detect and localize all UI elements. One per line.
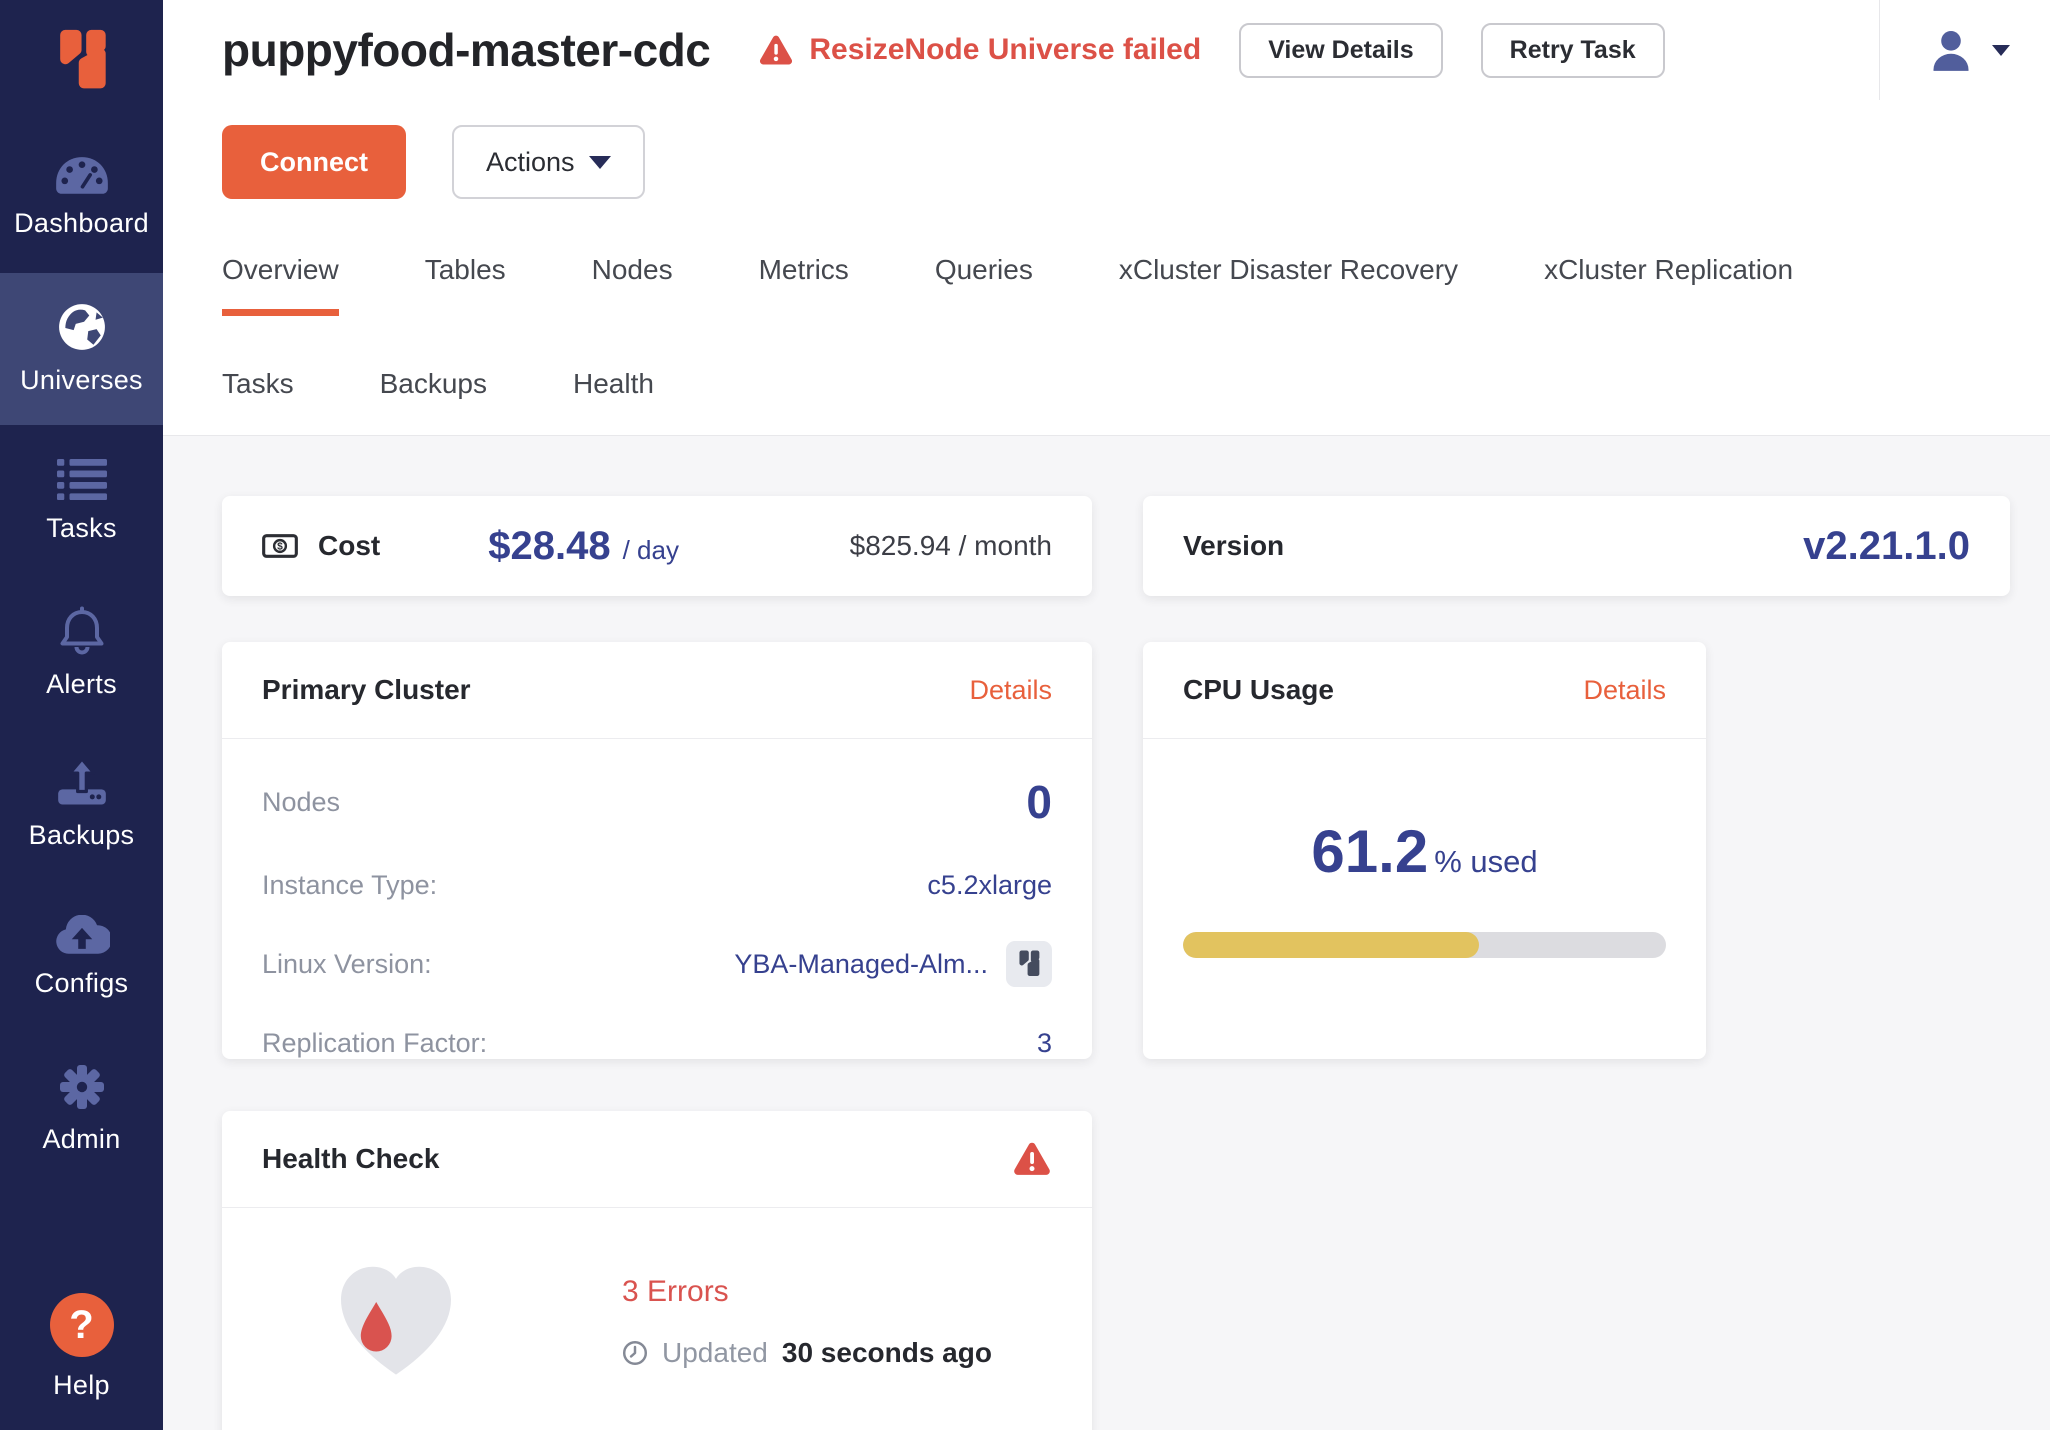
row-label: Replication Factor: <box>262 1028 487 1059</box>
cpu-usage-card: CPU Usage Details 61.2% used <box>1143 642 1706 1059</box>
tab-queries[interactable]: Queries <box>935 254 1033 316</box>
primary-cluster-details-link[interactable]: Details <box>969 675 1052 706</box>
row-value: c5.2xlarge <box>927 870 1052 901</box>
primary-cluster-title: Primary Cluster <box>262 674 471 706</box>
sidebar-item-universes[interactable]: Universes <box>0 273 163 425</box>
tab-tables[interactable]: Tables <box>425 254 506 316</box>
cluster-row-linux-version: Linux Version: YBA-Managed-Alm... <box>262 941 1052 987</box>
tab-nodes[interactable]: Nodes <box>592 254 673 316</box>
version-label: Version <box>1183 530 1284 562</box>
sidebar-item-alerts[interactable]: Alerts <box>0 577 163 729</box>
tab-tasks[interactable]: Tasks <box>222 368 294 435</box>
row-label: Instance Type: <box>262 870 437 901</box>
cost-per-day-unit: / day <box>623 535 679 566</box>
yugabyte-logo[interactable] <box>0 0 163 121</box>
yugabyte-badge-icon <box>1006 941 1052 987</box>
header-divider <box>1879 0 1880 100</box>
cpu-percent-value: 61.2 <box>1311 818 1428 885</box>
heart-blood-icon <box>330 1258 462 1386</box>
row-value: 0 <box>1026 775 1052 829</box>
cpu-progress-fill <box>1183 932 1479 958</box>
tab-health[interactable]: Health <box>573 368 654 435</box>
view-details-button[interactable]: View Details <box>1239 23 1442 78</box>
updated-label: Updated <box>662 1337 768 1369</box>
cpu-progress-track <box>1183 932 1666 958</box>
tab-overview[interactable]: Overview <box>222 254 339 316</box>
gauge-icon <box>54 155 110 196</box>
updated-value: 30 seconds ago <box>782 1337 992 1369</box>
health-check-card: Health Check 3 Errors <box>222 1111 1092 1430</box>
sidebar-item-admin[interactable]: Admin <box>0 1033 163 1185</box>
sidebar-item-dashboard[interactable]: Dashboard <box>0 121 163 273</box>
cost-card: $ Cost $28.48 / day $825.94 / month <box>222 496 1092 596</box>
tasks-list-icon <box>57 458 107 501</box>
chevron-down-icon <box>1992 45 2010 56</box>
cost-label: Cost <box>318 530 380 562</box>
cluster-row-instance-type: Instance Type: c5.2xlarge <box>262 862 1052 908</box>
backup-upload-icon <box>56 759 108 807</box>
money-icon: $ <box>262 534 298 558</box>
tab-xcluster-disaster-recovery[interactable]: xCluster Disaster Recovery <box>1119 254 1458 316</box>
sidebar-item-label: Help <box>53 1370 110 1401</box>
gear-icon <box>58 1063 106 1111</box>
universe-alert: ResizeNode Universe failed <box>758 33 1201 67</box>
alert-text: ResizeNode Universe failed <box>809 33 1201 67</box>
sidebar-item-label: Tasks <box>46 513 117 544</box>
row-value: YBA-Managed-Alm... <box>734 949 988 980</box>
sidebar-item-label: Alerts <box>46 669 117 700</box>
cpu-percent-unit: % used <box>1434 844 1537 879</box>
primary-cluster-card: Primary Cluster Details Nodes 0 Instance… <box>222 642 1092 1059</box>
yugabyte-y-icon <box>52 22 112 100</box>
cluster-row-nodes: Nodes 0 <box>262 775 1052 829</box>
warning-triangle-icon <box>758 34 794 67</box>
universe-tabs: Overview Tables Nodes Metrics Queries xC… <box>222 254 2050 435</box>
actions-button-label: Actions <box>486 147 575 178</box>
user-avatar-icon <box>1926 25 1976 75</box>
health-warning-icon <box>1012 1141 1052 1178</box>
globe-icon <box>57 302 107 352</box>
clock-icon <box>622 1340 648 1366</box>
sidebar-item-backups[interactable]: Backups <box>0 729 163 881</box>
cost-per-month: $825.94 / month <box>850 530 1052 562</box>
connect-button[interactable]: Connect <box>222 125 406 199</box>
actions-button[interactable]: Actions <box>452 125 645 199</box>
version-card: Version v2.21.1.0 <box>1143 496 2010 596</box>
cloud-upload-icon <box>54 915 110 956</box>
tab-backups[interactable]: Backups <box>380 368 487 435</box>
sidebar-item-tasks[interactable]: Tasks <box>0 425 163 577</box>
sidebar: Dashboard Universes Tasks Alerts <box>0 0 163 1430</box>
chevron-down-icon <box>589 156 611 169</box>
sidebar-item-label: Universes <box>20 365 143 396</box>
cpu-usage-details-link[interactable]: Details <box>1583 675 1666 706</box>
topbar: puppyfood-master-cdc ResizeNode Universe… <box>163 0 2050 436</box>
cost-per-day-value: $28.48 <box>488 524 610 569</box>
bell-icon <box>58 606 106 656</box>
version-value: v2.21.1.0 <box>1803 524 1970 569</box>
sidebar-item-label: Backups <box>29 820 135 851</box>
health-check-title: Health Check <box>262 1143 439 1175</box>
sidebar-item-label: Admin <box>42 1124 120 1155</box>
sidebar-item-help[interactable]: ? Help <box>0 1272 163 1422</box>
svg-text:$: $ <box>277 542 283 553</box>
retry-task-button[interactable]: Retry Task <box>1481 23 1665 78</box>
row-label: Linux Version: <box>262 949 432 980</box>
sidebar-item-configs[interactable]: Configs <box>0 881 163 1033</box>
row-label: Nodes <box>262 787 340 818</box>
sidebar-item-label: Dashboard <box>14 208 149 239</box>
user-menu[interactable] <box>1926 25 2010 75</box>
sidebar-item-label: Configs <box>35 968 129 999</box>
cluster-row-replication-factor: Replication Factor: 3 <box>262 1020 1052 1066</box>
help-icon: ? <box>50 1293 114 1357</box>
page-title: puppyfood-master-cdc <box>222 23 710 77</box>
row-value: 3 <box>1037 1028 1052 1059</box>
tab-metrics[interactable]: Metrics <box>759 254 849 316</box>
health-errors-link[interactable]: 3 Errors <box>622 1275 729 1309</box>
tab-xcluster-replication[interactable]: xCluster Replication <box>1544 254 1793 316</box>
cpu-usage-title: CPU Usage <box>1183 674 1334 706</box>
